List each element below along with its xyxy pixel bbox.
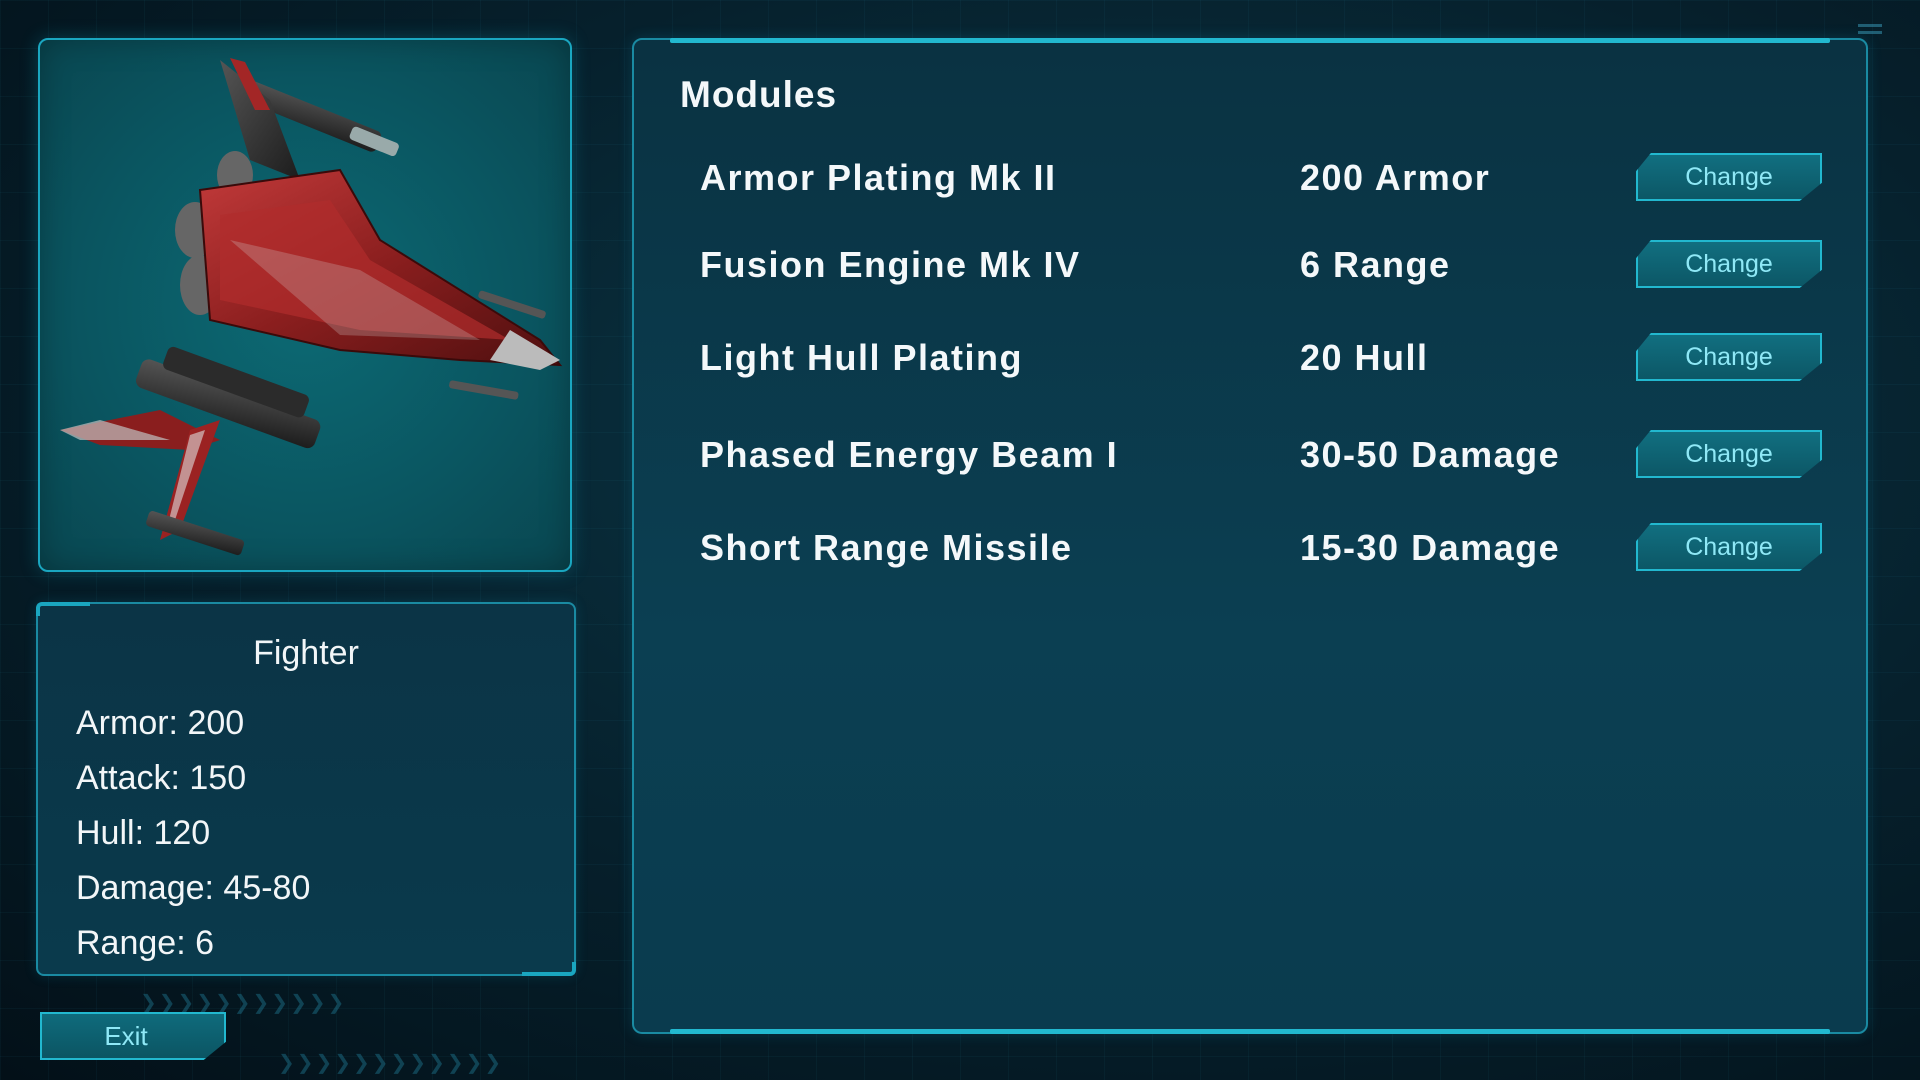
chevron-decoration-icon: ❯❯❯❯❯❯❯❯❯❯❯	[140, 992, 347, 1014]
change-armor-button[interactable]: Change	[1636, 153, 1822, 201]
change-missile-button[interactable]: Change	[1636, 523, 1822, 571]
ship-class-name: Fighter	[253, 634, 359, 672]
module-value: 30-50 Damage	[1300, 434, 1561, 475]
module-value: 15-30 Damage	[1300, 527, 1561, 568]
panel-top-bar	[670, 38, 1830, 43]
module-name: Short Range Missile	[700, 527, 1073, 568]
fighter-ship-image	[60, 58, 563, 556]
module-name: Light Hull Plating	[700, 337, 1023, 378]
change-hull-button[interactable]: Change	[1636, 333, 1822, 381]
change-beam-button[interactable]: Change	[1636, 430, 1822, 478]
stat-range: Range: 6	[76, 924, 214, 962]
module-name: Phased Energy Beam I	[700, 434, 1119, 475]
module-value: 6 Range	[1300, 244, 1451, 285]
modules-title: Modules	[680, 74, 838, 115]
stat-hull: Hull: 120	[76, 814, 211, 852]
stat-attack: Attack: 150	[76, 759, 247, 797]
exit-button[interactable]: Exit	[40, 1012, 226, 1060]
panel-corner-accent	[522, 962, 576, 976]
module-name: Armor Plating Mk II	[700, 157, 1057, 198]
module-row-armor: Armor Plating Mk II 200 Armor Change	[634, 153, 1866, 203]
modules-panel: Modules Armor Plating Mk II 200 Armor Ch…	[632, 38, 1868, 1034]
module-row-beam: Phased Energy Beam I 30-50 Damage Change	[634, 430, 1866, 480]
change-engine-button[interactable]: Change	[1636, 240, 1822, 288]
module-name: Fusion Engine Mk IV	[700, 244, 1081, 285]
ship-stats-panel: Fighter Armor: 200 Attack: 150 Hull: 120…	[36, 602, 576, 976]
chevron-decoration-icon: ❯❯❯❯❯❯❯❯❯❯❯❯	[278, 1052, 504, 1074]
module-row-missile: Short Range Missile 15-30 Damage Change	[634, 523, 1866, 573]
module-value: 200 Armor	[1300, 157, 1491, 198]
stat-armor: Armor: 200	[76, 704, 245, 742]
panel-bottom-bar	[670, 1029, 1830, 1034]
menu-icon[interactable]	[1858, 24, 1882, 38]
stat-damage: Damage: 45-80	[76, 869, 311, 907]
panel-corner-accent	[36, 602, 90, 616]
module-value: 20 Hull	[1300, 337, 1429, 378]
module-row-hull: Light Hull Plating 20 Hull Change	[634, 333, 1866, 383]
ship-preview-panel	[38, 38, 572, 572]
ship-stats-list: Armor: 200 Attack: 150 Hull: 120 Damage:…	[76, 696, 310, 971]
module-row-engine: Fusion Engine Mk IV 6 Range Change	[634, 240, 1866, 290]
